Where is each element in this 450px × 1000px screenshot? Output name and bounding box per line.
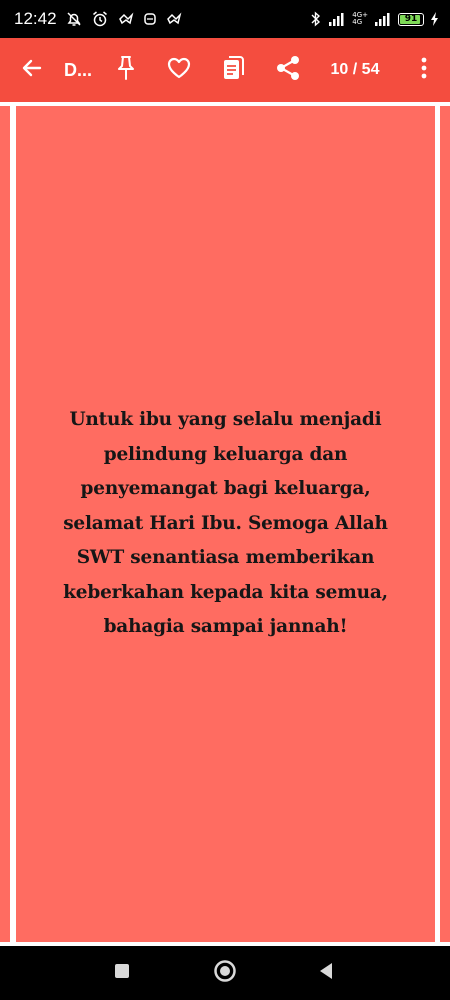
share-button[interactable] — [266, 38, 310, 102]
status-right: 4G+ 4G 91 — [310, 11, 440, 27]
app-notification-icon — [117, 10, 135, 28]
toolbar-title: D... — [64, 59, 93, 80]
signal-icon-2 — [374, 12, 392, 26]
bluetooth-icon — [310, 11, 322, 27]
pin-button[interactable] — [104, 38, 148, 102]
status-bar: 12:42 4G+ 4G 91 — [0, 0, 450, 38]
quote-pager[interactable]: Untuk ibu yang selalu menjadi pelindung … — [0, 102, 450, 946]
heart-icon — [166, 56, 192, 85]
recents-button[interactable] — [100, 946, 144, 1000]
copy-icon — [222, 55, 246, 86]
alarm-icon — [91, 10, 109, 28]
previous-card-edge[interactable] — [0, 106, 10, 942]
quote-text: Untuk ibu yang selalu menjadi pelindung … — [63, 409, 388, 638]
pin-icon — [116, 55, 136, 86]
battery-level: 91 — [404, 14, 418, 24]
charging-icon — [430, 11, 440, 27]
home-button[interactable] — [203, 946, 247, 1000]
battery-icon: 91 — [398, 12, 424, 26]
back-button[interactable] — [10, 38, 54, 102]
system-navigation-bar — [0, 946, 450, 1000]
back-triangle-icon — [318, 962, 334, 985]
signal-icon — [328, 12, 346, 26]
share-icon — [275, 55, 301, 86]
back-arrow-icon — [21, 57, 43, 84]
home-circle-icon — [213, 959, 237, 988]
mail-notification-icon — [143, 10, 157, 28]
recents-square-icon — [114, 963, 130, 984]
page-counter: 10 / 54 — [330, 61, 380, 78]
status-left: 12:42 — [14, 9, 183, 29]
nav-back-button[interactable] — [304, 946, 348, 1000]
app-toolbar: D... 10 / 54 — [0, 38, 450, 102]
app-notification-icon-2 — [165, 10, 183, 28]
next-card-edge[interactable] — [440, 106, 450, 942]
network-type: 4G+ 4G — [352, 12, 368, 26]
copy-button[interactable] — [212, 38, 256, 102]
more-options-button[interactable] — [406, 38, 442, 102]
quote-card[interactable]: Untuk ibu yang selalu menjadi pelindung … — [16, 106, 435, 942]
network-type-bottom: 4G — [352, 18, 363, 26]
more-vert-icon — [420, 57, 428, 84]
bell-muted-icon — [65, 10, 83, 28]
status-time: 12:42 — [14, 9, 57, 28]
favorite-button[interactable] — [157, 38, 201, 102]
